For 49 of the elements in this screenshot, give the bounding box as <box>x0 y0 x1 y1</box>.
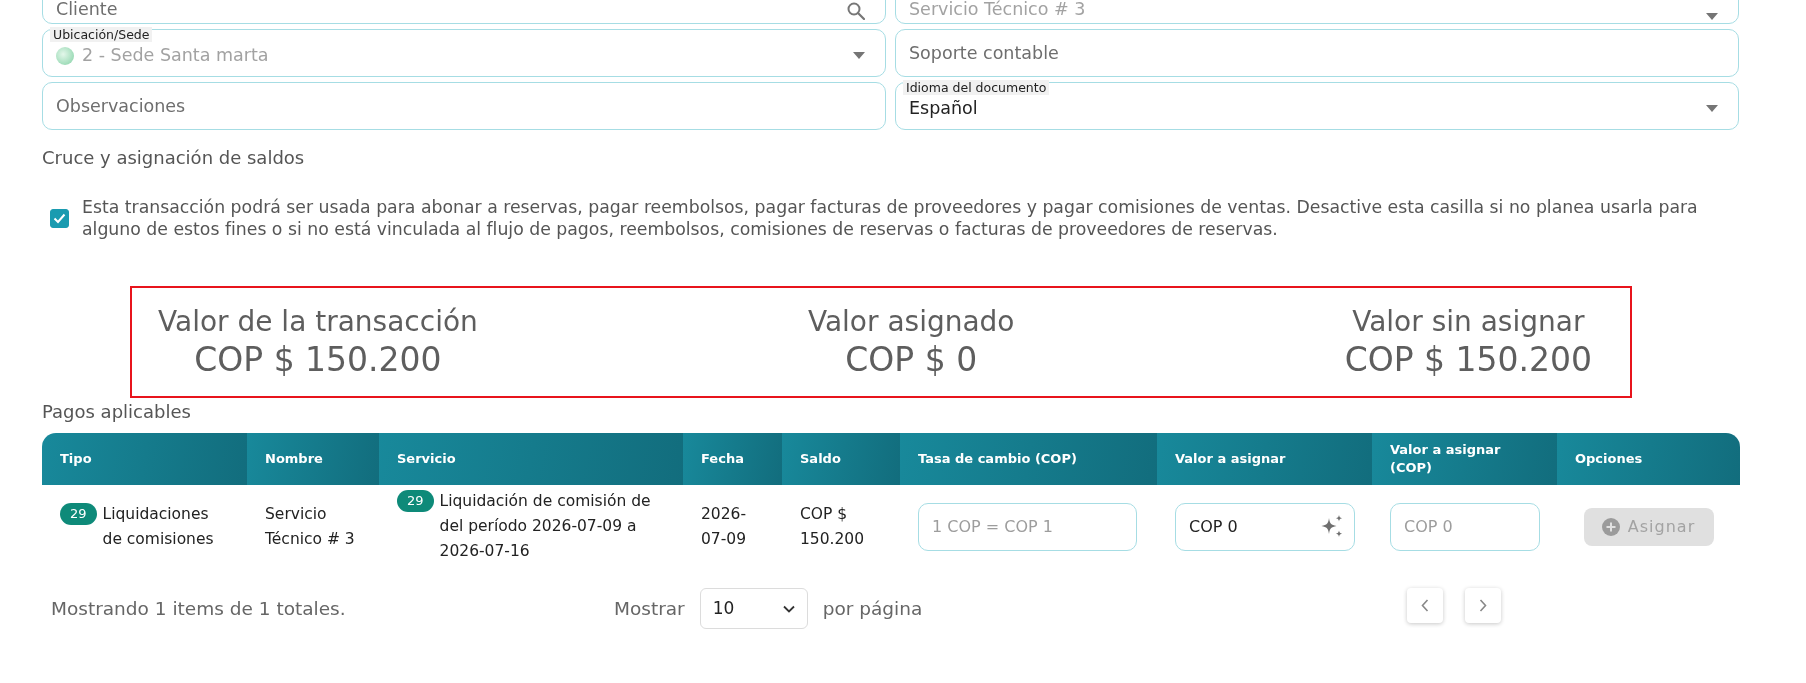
column-header: Servicio <box>379 433 683 485</box>
input-field[interactable]: COP 0 <box>1390 502 1540 551</box>
chevron-left-icon <box>1421 599 1429 612</box>
section-title: Cruce y asignación de saldos <box>42 146 306 170</box>
cell-text: Liquidación de comisión de del período 2026-07-09 a 2026-07-16 <box>439 491 652 562</box>
caret-down-icon <box>1706 105 1718 112</box>
summary-label: Valor sin asignar <box>1351 304 1586 339</box>
checkbox[interactable] <box>50 208 69 228</box>
search-field[interactable]: Cliente <box>42 0 886 24</box>
search-icon <box>847 2 865 20</box>
column-header: Tipo <box>42 433 247 485</box>
text-field[interactable]: Soporte contable <box>895 29 1739 77</box>
cell-text: Liquidaciones de comisiones <box>102 503 215 550</box>
plus-circle-icon <box>1601 517 1620 536</box>
summary-label: Valor de la transacción <box>158 304 478 339</box>
caret-down-icon <box>853 52 865 59</box>
page-size-label: Mostrar <box>614 596 685 621</box>
input-field[interactable]: COP 0 <box>1175 502 1355 551</box>
input-field[interactable]: 1 COP = COP 1 <box>918 502 1137 551</box>
results-summary: Mostrando 1 items de 1 totales. <box>50 596 347 621</box>
chevron-down-icon <box>782 604 795 613</box>
column-header: Saldo <box>782 433 900 485</box>
next-page-button[interactable] <box>1465 588 1501 623</box>
summary-value: COP $ 150.200 <box>193 339 443 380</box>
sparkle-icon <box>1320 515 1344 538</box>
previous-page-button[interactable] <box>1407 588 1443 623</box>
summary-value: COP $ 0 <box>844 339 979 380</box>
checkbox-label: Esta transacción podrá ser usada para abonar a reservas, pagar reembolsos, pagar facturas de proveedores y pagar comisiones de ventas. Desactive esta casilla si no planea usarla para alguno de estos fines o si no está vinculada al flujo de pagos, reembolsos, comisiones de reservas o facturas de proveedores de reservas. <box>82 196 1699 240</box>
caret-down-icon <box>1706 13 1718 20</box>
page-size-select[interactable]: 10 <box>699 588 808 629</box>
field-label: Ubicación/Sede <box>50 27 153 42</box>
count-badge: 29 <box>60 502 97 525</box>
column-header: Fecha <box>683 433 782 485</box>
field-label: Idioma del documento <box>903 80 1050 95</box>
text-field[interactable]: Observaciones <box>42 82 886 130</box>
column-header: Valor a asignar (COP) <box>1372 433 1557 485</box>
summary-label: Valor asignado <box>807 304 1015 339</box>
count-badge: 29 <box>397 490 434 512</box>
summary-value: COP $ 150.200 <box>1344 339 1592 380</box>
table-cell-text: COP $ 150.200 <box>799 503 866 550</box>
column-header: Opciones <box>1557 433 1740 485</box>
table-cell-text: 2026-07-09 <box>700 503 748 550</box>
chevron-right-icon <box>1479 599 1487 612</box>
column-header: Nombre <box>247 433 379 485</box>
per-page-label: por página <box>822 596 923 621</box>
column-header: Valor a asignar <box>1157 433 1372 485</box>
section-title: Pagos aplicables <box>42 401 192 423</box>
table-cell-text: Servicio Técnico # 3 <box>264 503 356 550</box>
column-header: Tasa de cambio (COP) <box>900 433 1157 485</box>
